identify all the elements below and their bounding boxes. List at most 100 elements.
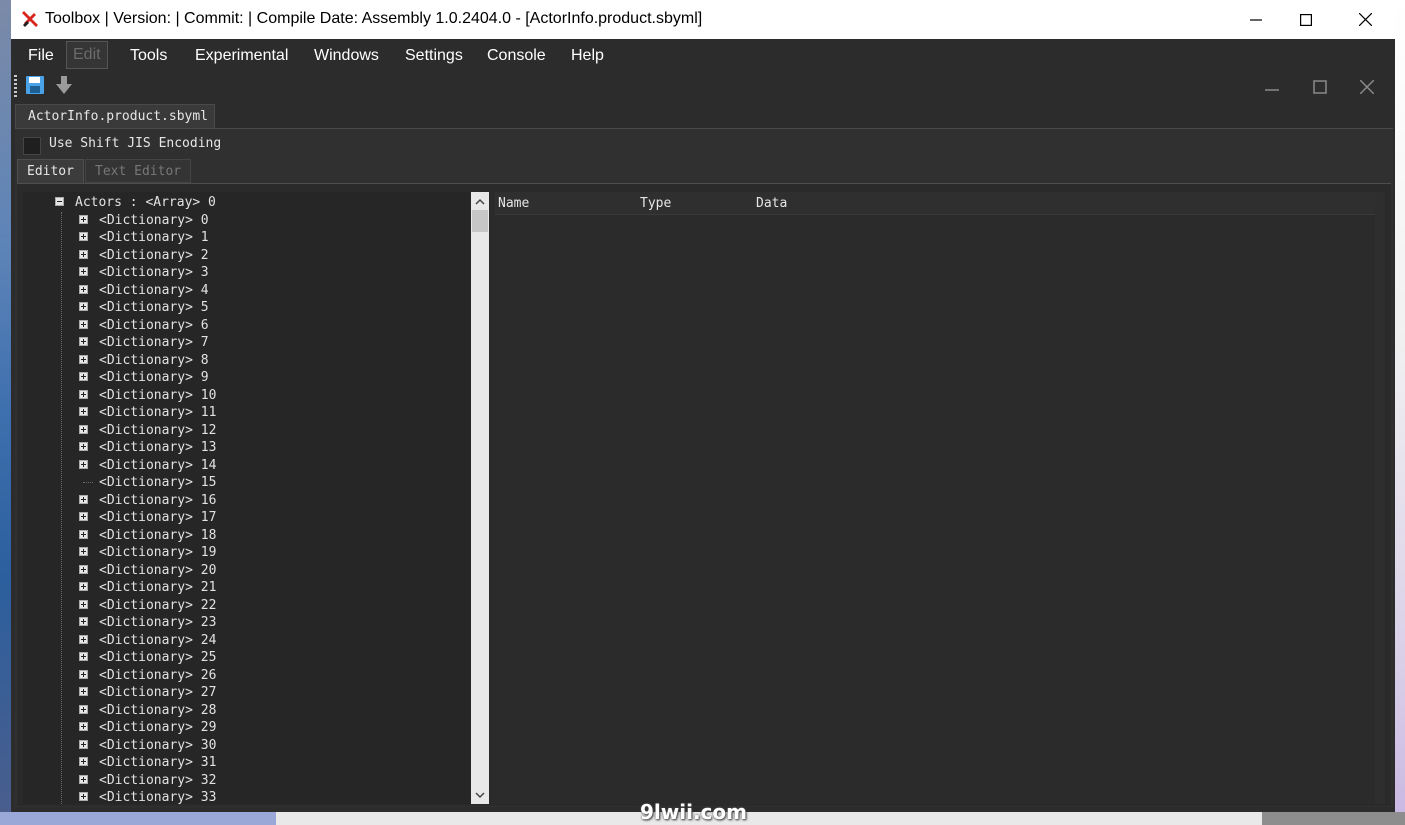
- expand-icon[interactable]: [79, 337, 88, 346]
- expand-icon[interactable]: [79, 249, 88, 259]
- scroll-down-button[interactable]: [471, 786, 489, 804]
- tree-node-label: <Dictionary> 24: [99, 632, 217, 648]
- expand-icon[interactable]: [79, 319, 88, 329]
- expand-icon[interactable]: [79, 617, 88, 626]
- tree-node-label: <Dictionary> 21: [99, 580, 217, 595]
- expand-icon[interactable]: [79, 459, 88, 469]
- expand-icon[interactable]: [79, 494, 88, 504]
- expand-icon[interactable]: [79, 582, 88, 591]
- expand-icon[interactable]: [79, 389, 88, 399]
- tree-node-label: <Dictionary> 19: [99, 545, 217, 560]
- mdi-close-button[interactable]: [1355, 76, 1379, 98]
- menu-edit[interactable]: Edit: [66, 41, 108, 69]
- expand-icon[interactable]: [79, 687, 88, 696]
- close-button[interactable]: [1342, 0, 1388, 39]
- expand-icon[interactable]: [79, 407, 88, 416]
- expand-icon[interactable]: [79, 599, 88, 609]
- download-icon[interactable]: [54, 75, 74, 95]
- mdi-maximize-button[interactable]: [1308, 76, 1332, 98]
- column-name[interactable]: Name: [498, 196, 529, 211]
- expand-icon[interactable]: [79, 284, 88, 294]
- tree-node-label: <Dictionary> 23: [99, 615, 217, 630]
- expand-icon[interactable]: [79, 669, 88, 679]
- menu-tools[interactable]: Tools: [124, 45, 173, 67]
- tree-node-label: <Dictionary> 20: [99, 562, 217, 578]
- tree-node-label: <Dictionary> 15: [99, 475, 217, 490]
- expand-icon[interactable]: [79, 547, 88, 556]
- expand-icon[interactable]: [79, 739, 88, 749]
- menu-console[interactable]: Console: [481, 45, 552, 67]
- tree-node-label: <Dictionary> 29: [99, 720, 217, 735]
- watermark: 9lwii.com: [640, 800, 747, 824]
- scroll-up-button[interactable]: [471, 192, 489, 210]
- tree-node-label: <Dictionary> 7: [99, 335, 209, 350]
- tree-node-label: <Dictionary> 2: [99, 247, 209, 263]
- desktop-right-strip: [1395, 0, 1405, 825]
- expand-icon[interactable]: [79, 424, 88, 434]
- expand-icon[interactable]: [79, 722, 88, 731]
- mdi-minimize-button[interactable]: [1260, 76, 1284, 98]
- expand-icon[interactable]: [79, 442, 88, 451]
- shift-jis-label[interactable]: Use Shift JIS Encoding: [49, 136, 221, 151]
- chevron-up-icon: [475, 198, 485, 205]
- desktop-left-strip: [0, 0, 11, 825]
- expand-icon[interactable]: [79, 652, 88, 661]
- tree-node-label: <Dictionary> 1: [99, 230, 209, 245]
- menu-help[interactable]: Help: [565, 45, 610, 67]
- tree-node-label: <Dictionary> 27: [99, 685, 217, 700]
- menu-file[interactable]: File: [22, 45, 60, 67]
- property-grid[interactable]: Name Type Data: [495, 192, 1385, 804]
- expand-icon[interactable]: [79, 302, 88, 311]
- tree-leaf-connector: [83, 482, 93, 483]
- minimize-icon: [1265, 89, 1279, 91]
- scroll-thumb[interactable]: [472, 210, 488, 232]
- tree-node-label: <Dictionary> 22: [99, 597, 217, 613]
- tree-node-label: <Dictionary> 33: [99, 790, 217, 804]
- grid-header: Name Type Data: [495, 192, 1385, 215]
- tree-node-label: <Dictionary> 31: [99, 755, 217, 770]
- expand-icon[interactable]: [79, 529, 88, 539]
- close-icon: [1358, 13, 1372, 26]
- expand-icon[interactable]: [79, 792, 88, 801]
- tree-node-label: <Dictionary> 28: [99, 702, 217, 718]
- editor-frame: Actors : <Array> 0 <Dictionary> 0 <Dictio…: [17, 183, 1391, 806]
- save-icon[interactable]: [25, 75, 45, 95]
- tree-node-label: <Dictionary> 11: [99, 405, 217, 420]
- shift-jis-checkbox[interactable]: [23, 137, 41, 155]
- menu-windows[interactable]: Windows: [308, 45, 385, 67]
- chevron-down-icon: [475, 791, 485, 798]
- menu-experimental[interactable]: Experimental: [189, 45, 294, 67]
- maximize-icon: [1313, 80, 1327, 94]
- tree-node-label: <Dictionary> 30: [99, 737, 217, 753]
- expand-icon[interactable]: [79, 354, 88, 364]
- tree-guide-line: [61, 212, 62, 804]
- expand-icon[interactable]: [79, 232, 88, 241]
- expand-icon[interactable]: [79, 214, 88, 224]
- tree-node-label: <Dictionary> 5: [99, 300, 209, 315]
- maximize-button[interactable]: [1283, 0, 1329, 39]
- collapse-icon[interactable]: [55, 197, 64, 206]
- expand-icon[interactable]: [79, 512, 88, 521]
- tree-node-label: <Dictionary> 9: [99, 370, 209, 385]
- tree-view[interactable]: Actors : <Array> 0 <Dictionary> 0 <Dictio…: [23, 192, 471, 804]
- minimize-button[interactable]: [1233, 0, 1279, 39]
- menu-settings[interactable]: Settings: [399, 45, 469, 67]
- expand-icon[interactable]: [79, 372, 88, 381]
- tab-editor[interactable]: Editor: [17, 159, 84, 183]
- column-type[interactable]: Type: [640, 196, 671, 211]
- tree-node-label: <Dictionary> 3: [99, 265, 209, 280]
- column-data[interactable]: Data: [756, 196, 787, 211]
- tab-text-editor[interactable]: Text Editor: [85, 159, 192, 183]
- tree-scrollbar[interactable]: [471, 192, 489, 804]
- expand-icon[interactable]: [79, 774, 88, 784]
- tree-node-label: <Dictionary> 25: [99, 650, 217, 665]
- maximize-icon: [1300, 13, 1312, 26]
- expand-icon[interactable]: [79, 634, 88, 644]
- expand-icon[interactable]: [79, 564, 88, 574]
- document-tab[interactable]: ActorInfo.product.sbyml: [15, 104, 215, 128]
- expand-icon[interactable]: [79, 267, 88, 276]
- toolbar-grip[interactable]: [14, 75, 17, 97]
- expand-icon[interactable]: [79, 757, 88, 766]
- expand-icon[interactable]: [79, 704, 88, 714]
- tree-node-label: <Dictionary> 4: [99, 282, 209, 298]
